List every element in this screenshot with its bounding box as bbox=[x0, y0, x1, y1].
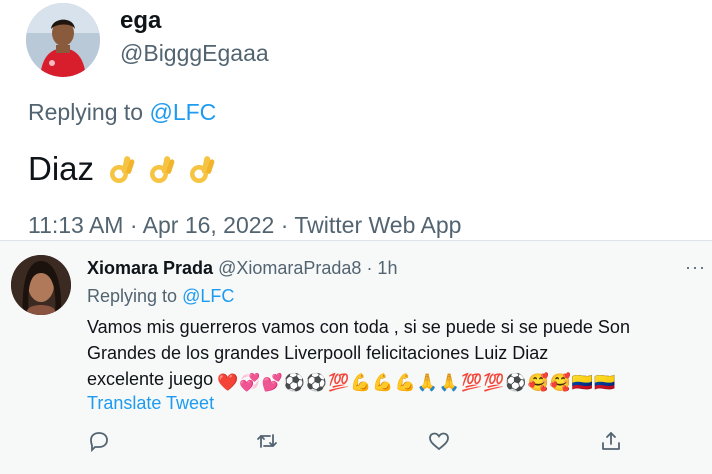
tweet-body: Diaz bbox=[28, 150, 95, 187]
emoji: ⚽ bbox=[283, 373, 305, 393]
emoji-sequence: ❤️ 💞 💕 ⚽ ⚽ 💯 💪 💪 💪 🙏 🙏 💯 💯 ⚽ 🥰 🥰 🇨🇴 🇨🇴 bbox=[217, 373, 615, 393]
avatar[interactable] bbox=[26, 3, 100, 77]
action-bar bbox=[87, 429, 627, 455]
emoji: 💯 bbox=[461, 373, 483, 393]
replying-to: Replying to @LFC bbox=[87, 286, 234, 307]
reply-text-line: Grandes de los grandes Liverpooll felici… bbox=[87, 343, 549, 363]
avatar-image bbox=[26, 3, 100, 77]
avatar[interactable] bbox=[11, 255, 71, 315]
reply-text-line: excelente juego ❤️ 💞 💕 ⚽ ⚽ 💯 💪 💪 💪 🙏 🙏 💯 💯 ⚽ 🥰 🥰 🇨🇴 🇨🇴 bbox=[87, 366, 712, 393]
reply-text-line: Vamos mis guerreros vamos con toda , si … bbox=[87, 317, 630, 337]
emoji: ⚽ bbox=[305, 373, 327, 393]
emoji: 🇨🇴 bbox=[594, 373, 616, 393]
emoji: 💞 bbox=[239, 373, 261, 393]
emoji: 💯 bbox=[327, 373, 350, 393]
emoji: 💕 bbox=[261, 373, 283, 393]
retweet-icon[interactable] bbox=[255, 429, 279, 453]
reply-icon[interactable] bbox=[87, 429, 111, 453]
reply-tweet[interactable]: Xiomara Prada @XiomaraPrada8 · 1h ··· Re… bbox=[0, 240, 712, 474]
reply-header: Xiomara Prada @XiomaraPrada8 · 1h bbox=[87, 258, 397, 279]
reply-text-fragment: excelente juego bbox=[87, 369, 214, 389]
avatar-image bbox=[11, 255, 71, 315]
reply-text: Vamos mis guerreros vamos con toda , si … bbox=[87, 314, 712, 393]
tweet-text: Diaz bbox=[28, 150, 218, 188]
user-handle[interactable]: @XiomaraPrada8 bbox=[218, 258, 361, 278]
display-name[interactable]: Xiomara Prada bbox=[87, 258, 213, 278]
emoji: 🙏 bbox=[438, 373, 460, 393]
display-name[interactable]: ega bbox=[120, 7, 161, 35]
emoji: 💪 bbox=[350, 373, 372, 393]
main-tweet: ega @BigggEgaaa Replying to @LFC Diaz 11… bbox=[0, 0, 712, 240]
emoji: 🇨🇴 bbox=[571, 373, 594, 393]
emoji: 💪 bbox=[394, 373, 416, 393]
emoji: ❤️ bbox=[217, 373, 239, 393]
user-handle[interactable]: @BigggEgaaa bbox=[120, 40, 269, 67]
ok-hand-icon bbox=[190, 156, 215, 183]
ok-hand-icon bbox=[150, 156, 175, 183]
translate-link[interactable]: Translate Tweet bbox=[87, 393, 214, 414]
emoji: 🥰 bbox=[549, 373, 571, 393]
mention-link[interactable]: @LFC bbox=[149, 99, 216, 125]
tweet-timestamp[interactable]: 11:13 AM · Apr 16, 2022 · Twitter Web Ap… bbox=[28, 212, 461, 239]
relative-time[interactable]: · 1h bbox=[366, 258, 397, 278]
more-options-icon[interactable]: ··· bbox=[685, 257, 706, 278]
emoji: 🙏 bbox=[416, 373, 438, 393]
replying-prefix: Replying to bbox=[87, 286, 178, 306]
emoji: ⚽ bbox=[505, 373, 527, 393]
replying-to: Replying to @LFC bbox=[28, 99, 216, 126]
emoji: 💪 bbox=[372, 373, 394, 393]
ok-hand-icon bbox=[110, 156, 135, 183]
share-icon[interactable] bbox=[599, 429, 623, 453]
mention-link[interactable]: @LFC bbox=[182, 286, 234, 306]
like-icon[interactable] bbox=[427, 429, 451, 453]
emoji: 💯 bbox=[483, 373, 505, 393]
emoji: 🥰 bbox=[527, 373, 549, 393]
emoji-group bbox=[104, 152, 218, 186]
replying-prefix: Replying to bbox=[28, 99, 144, 125]
